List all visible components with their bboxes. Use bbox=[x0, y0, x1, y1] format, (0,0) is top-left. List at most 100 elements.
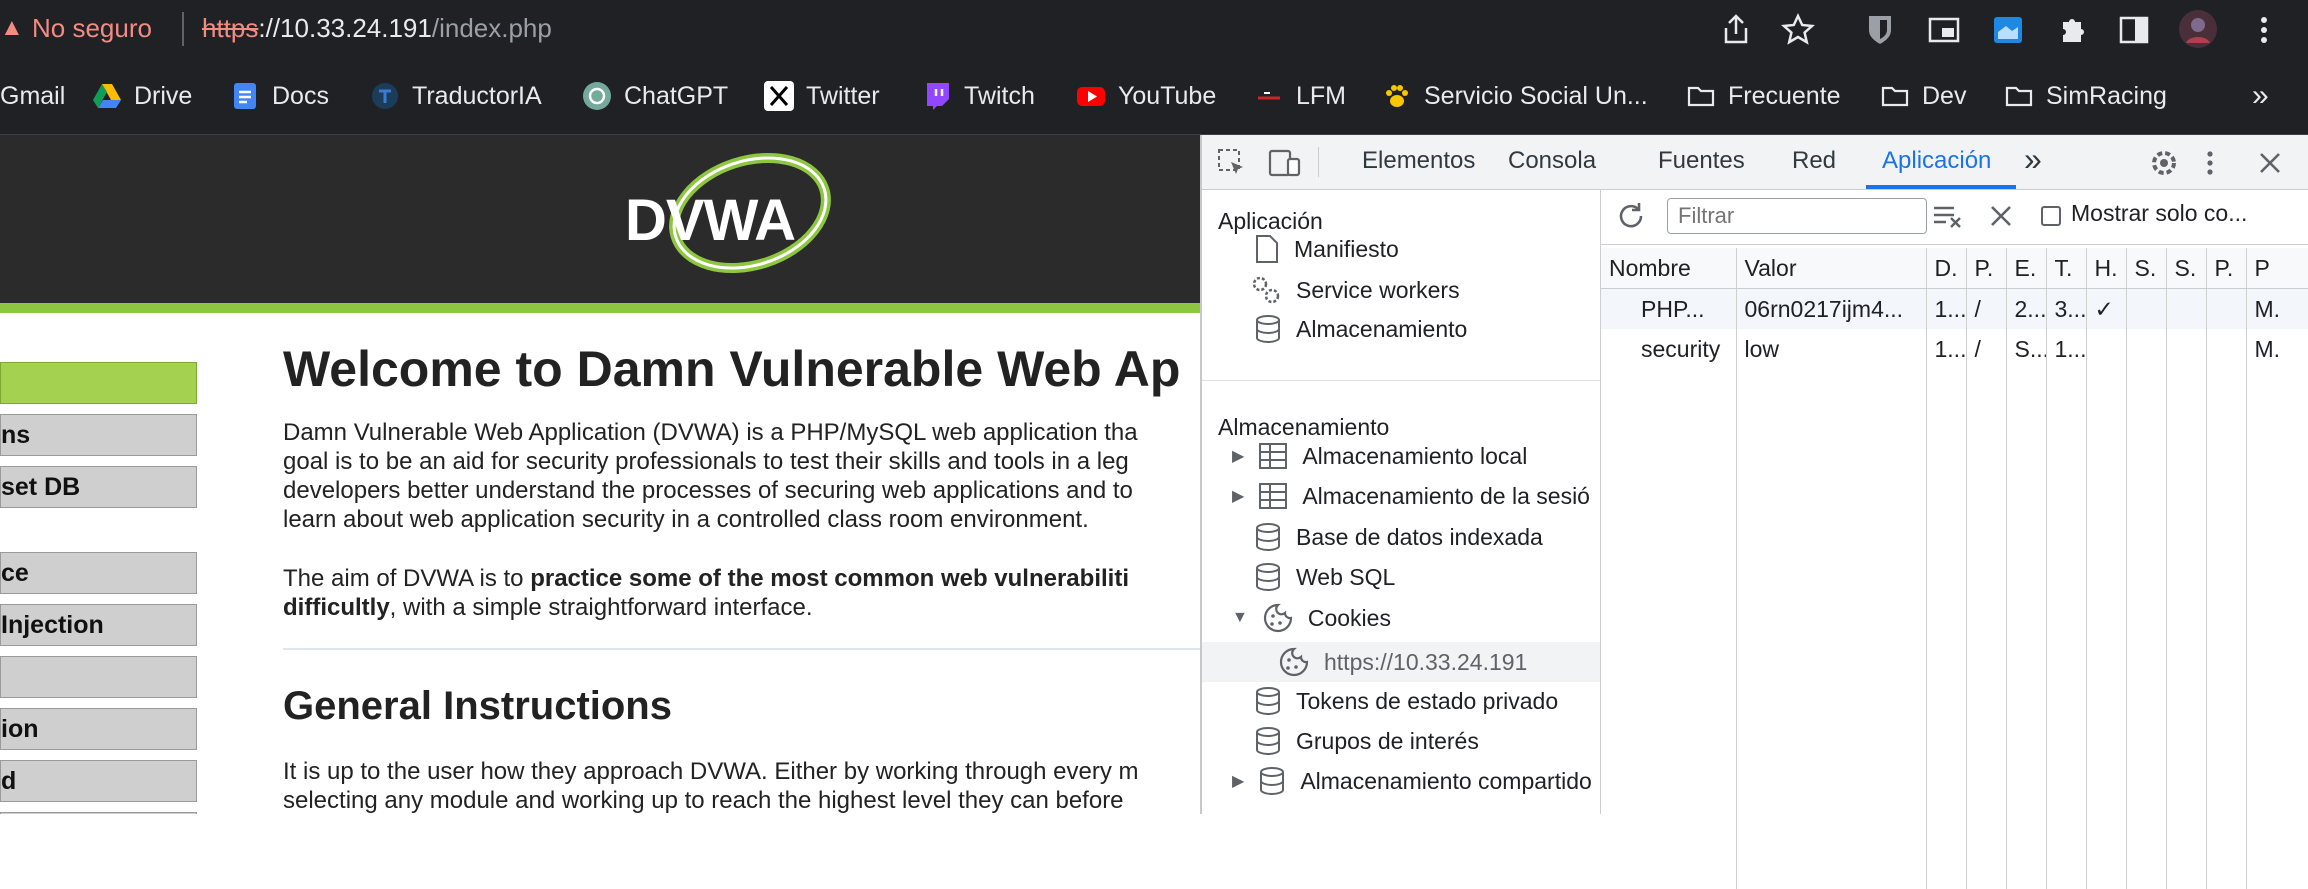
expand-arrow-icon[interactable]: ▶ bbox=[1232, 486, 1244, 506]
bookmark-servicio-social[interactable]: Servicio Social Un... bbox=[1382, 76, 1648, 116]
star-icon[interactable] bbox=[1780, 12, 1816, 48]
expand-arrow-icon[interactable]: ▶ bbox=[1232, 446, 1244, 466]
bookmark-folder-dev[interactable]: Dev bbox=[1880, 76, 1966, 116]
more-bookmarks-button[interactable]: » bbox=[2252, 76, 2269, 116]
side-panel-icon[interactable] bbox=[2116, 12, 2152, 48]
menu-item-command-injection[interactable]: Injection bbox=[0, 604, 197, 646]
menu-item-instructions[interactable]: ns bbox=[0, 414, 197, 456]
sidebar-item-local-storage[interactable]: ▶ Almacenamiento local bbox=[1232, 442, 1527, 470]
url-field[interactable]: https://10.33.24.191/index.php bbox=[202, 13, 552, 44]
cookie-secure bbox=[2126, 329, 2167, 369]
table-row[interactable]: PHP... 06rn0217ijm4... 1... / 2... 3... … bbox=[1601, 288, 2308, 329]
tab-consola[interactable]: Consola bbox=[1508, 147, 1596, 175]
sidebar-item-storage-overview[interactable]: Almacenamiento bbox=[1254, 314, 1467, 344]
col-header-expires[interactable]: E. bbox=[2006, 248, 2047, 289]
refresh-icon[interactable] bbox=[1615, 200, 1647, 232]
tab-red[interactable]: Red bbox=[1792, 147, 1836, 175]
col-header-path[interactable]: P. bbox=[1966, 248, 2007, 289]
sidebar-item-cookies[interactable]: ▼ Cookies bbox=[1232, 602, 1391, 634]
clear-filtered-cookies-icon[interactable] bbox=[1931, 200, 1965, 232]
only-show-checkbox[interactable] bbox=[2041, 206, 2061, 226]
sidebar-item-cookie-origin[interactable]: https://10.33.24.191 bbox=[1278, 646, 1527, 678]
menu-item-csrf[interactable] bbox=[0, 656, 197, 698]
sidebar-item-label: Web SQL bbox=[1296, 563, 1396, 590]
sidebar-item-service-workers[interactable]: Service workers bbox=[1250, 274, 1460, 306]
url-host: ://10.33.24.191 bbox=[258, 13, 432, 43]
col-header-secure[interactable]: S. bbox=[2126, 248, 2167, 289]
col-header-httponly[interactable]: H. bbox=[2086, 248, 2127, 289]
settings-gear-icon[interactable] bbox=[2148, 147, 2180, 179]
tab-elementos[interactable]: Elementos bbox=[1362, 147, 1475, 175]
security-status[interactable]: No seguro bbox=[32, 13, 152, 44]
tab-aplicacion[interactable]: Aplicación bbox=[1882, 147, 1991, 175]
tab-fuentes[interactable]: Fuentes bbox=[1658, 147, 1745, 175]
menu-item-file-inclusion[interactable]: ion bbox=[0, 708, 197, 750]
table-grid-icon bbox=[1259, 483, 1288, 509]
cookie-priority: M. bbox=[2246, 288, 2308, 329]
bookmark-label: ChatGPT bbox=[624, 81, 729, 110]
sidebar-item-indexeddb[interactable]: Base de datos indexada bbox=[1254, 522, 1543, 552]
bookmark-docs[interactable]: Docs bbox=[230, 76, 329, 116]
col-header-name[interactable]: Nombre bbox=[1601, 248, 1737, 289]
bookmark-traductoria[interactable]: TraductorIA bbox=[370, 76, 542, 116]
collapse-arrow-icon[interactable]: ▼ bbox=[1232, 609, 1248, 627]
menu-item-home[interactable] bbox=[0, 362, 197, 404]
profile-avatar-icon[interactable] bbox=[2178, 9, 2218, 49]
sidebar-item-label: Base de datos indexada bbox=[1296, 523, 1543, 550]
bookmark-folder-simracing[interactable]: SimRacing bbox=[2004, 76, 2167, 116]
close-devtools-icon[interactable] bbox=[2256, 149, 2284, 177]
sidebar-item-private-state-tokens[interactable]: Tokens de estado privado bbox=[1254, 686, 1558, 716]
cookie-value: 06rn0217ijm4... bbox=[1736, 288, 1927, 329]
bookmark-youtube[interactable]: YouTube bbox=[1076, 76, 1216, 116]
bookmark-twitch[interactable]: Twitch bbox=[922, 76, 1035, 116]
col-header-priority[interactable]: P bbox=[2246, 248, 2308, 289]
sidebar-item-interest-groups[interactable]: Grupos de interés bbox=[1254, 726, 1479, 756]
kebab-menu-icon[interactable] bbox=[2246, 12, 2282, 48]
col-header-samesite[interactable]: S. bbox=[2166, 248, 2207, 289]
application-sidebar: Aplicación Manifiesto Service workers Al… bbox=[1202, 190, 1601, 814]
bookmark-chatgpt[interactable]: ChatGPT bbox=[582, 76, 728, 116]
sidebar-item-manifest[interactable]: Manifiesto bbox=[1254, 234, 1399, 264]
table-row[interactable]: security low 1... / S... 1... M. bbox=[1601, 329, 2308, 369]
device-toolbar-icon[interactable] bbox=[1268, 147, 1302, 179]
dvwa-logo[interactable]: DVWA bbox=[620, 153, 840, 277]
paw-icon bbox=[1386, 85, 1408, 107]
share-icon[interactable] bbox=[1718, 12, 1754, 48]
folder-icon bbox=[1687, 86, 1715, 107]
menu-item-file-upload[interactable]: d bbox=[0, 760, 197, 802]
clear-all-cookies-icon[interactable] bbox=[1987, 202, 2015, 230]
menu-item-brute-force[interactable]: ce bbox=[0, 552, 197, 594]
filter-input[interactable] bbox=[1667, 198, 1927, 234]
col-header-partition[interactable]: P. bbox=[2206, 248, 2247, 289]
bookmark-lfm[interactable]: LFM bbox=[1254, 76, 1346, 116]
sidebar-item-session-storage[interactable]: ▶ Almacenamiento de la sesió bbox=[1232, 482, 1590, 510]
col-header-size[interactable]: T. bbox=[2046, 248, 2087, 289]
expand-arrow-icon[interactable]: ▶ bbox=[1232, 771, 1244, 791]
sidebar-item-label: Manifiesto bbox=[1294, 235, 1399, 262]
youtube-icon bbox=[1077, 87, 1105, 106]
bookmark-label: Docs bbox=[272, 81, 329, 110]
cookie-domain: 1... bbox=[1926, 329, 1967, 369]
bookmark-drive[interactable]: Drive bbox=[92, 76, 192, 116]
devtools-panel: Elementos Consola Fuentes Red Aplicación… bbox=[1200, 135, 2308, 889]
devtools-menu-icon[interactable] bbox=[2202, 147, 2218, 179]
bookmark-label: Servicio Social Un... bbox=[1424, 81, 1648, 110]
bookmark-gmail[interactable]: Gmail bbox=[0, 76, 65, 116]
col-header-domain[interactable]: D. bbox=[1926, 248, 1967, 289]
inspect-element-icon[interactable] bbox=[1216, 147, 1248, 179]
tab-divider bbox=[1318, 147, 1319, 177]
toolbar-divider bbox=[1601, 244, 2308, 245]
more-tabs-button[interactable]: » bbox=[2024, 141, 2042, 178]
col-header-value[interactable]: Valor bbox=[1736, 248, 1927, 289]
puzzle-icon[interactable] bbox=[2054, 12, 2090, 48]
bookmark-twitter[interactable]: Twitter bbox=[764, 76, 880, 116]
picture-in-picture-icon[interactable] bbox=[1926, 12, 1962, 48]
cookies-table: Nombre Valor D. P. E. T. H. S. S. P. P P… bbox=[1601, 248, 2308, 889]
cookie-samesite bbox=[2166, 329, 2207, 369]
sidebar-item-shared-storage[interactable]: ▶ Almacenamiento compartido bbox=[1232, 766, 1592, 796]
extension-blue-icon[interactable] bbox=[1990, 12, 2026, 48]
bitwarden-icon[interactable] bbox=[1862, 12, 1898, 48]
menu-item-setup-reset-db[interactable]: set DB bbox=[0, 466, 197, 508]
sidebar-item-web-sql[interactable]: Web SQL bbox=[1254, 562, 1395, 592]
bookmark-folder-frecuente[interactable]: Frecuente bbox=[1686, 76, 1841, 116]
